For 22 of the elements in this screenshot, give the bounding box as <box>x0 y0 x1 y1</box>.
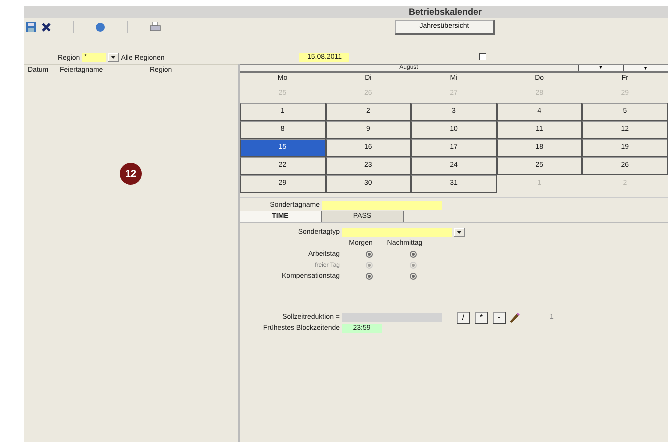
radio-button[interactable] <box>410 251 416 258</box>
reduction-field[interactable] <box>342 313 442 322</box>
pencil-icon[interactable] <box>508 312 520 324</box>
dropdown-button[interactable] <box>108 53 120 62</box>
dropdown-button[interactable] <box>454 228 465 237</box>
radio-button[interactable] <box>410 273 416 280</box>
save-icon[interactable] <box>26 22 36 32</box>
operator-button[interactable]: * <box>475 312 488 324</box>
caret-icon <box>111 56 116 60</box>
printer-icon[interactable] <box>150 22 161 32</box>
checkbox[interactable] <box>478 53 486 60</box>
name-field[interactable] <box>322 201 442 210</box>
operator-button[interactable]: / <box>457 312 470 324</box>
radio-button[interactable] <box>366 251 372 258</box>
window-title: Betriebskalender <box>409 7 482 17</box>
operator-button[interactable]: - <box>493 312 506 324</box>
radio-button[interactable] <box>366 273 372 280</box>
count-badge: 12 <box>120 163 142 185</box>
type-field[interactable] <box>342 228 452 237</box>
caret-icon <box>457 230 462 234</box>
info-icon[interactable] <box>96 22 105 32</box>
close-icon[interactable] <box>42 22 51 32</box>
